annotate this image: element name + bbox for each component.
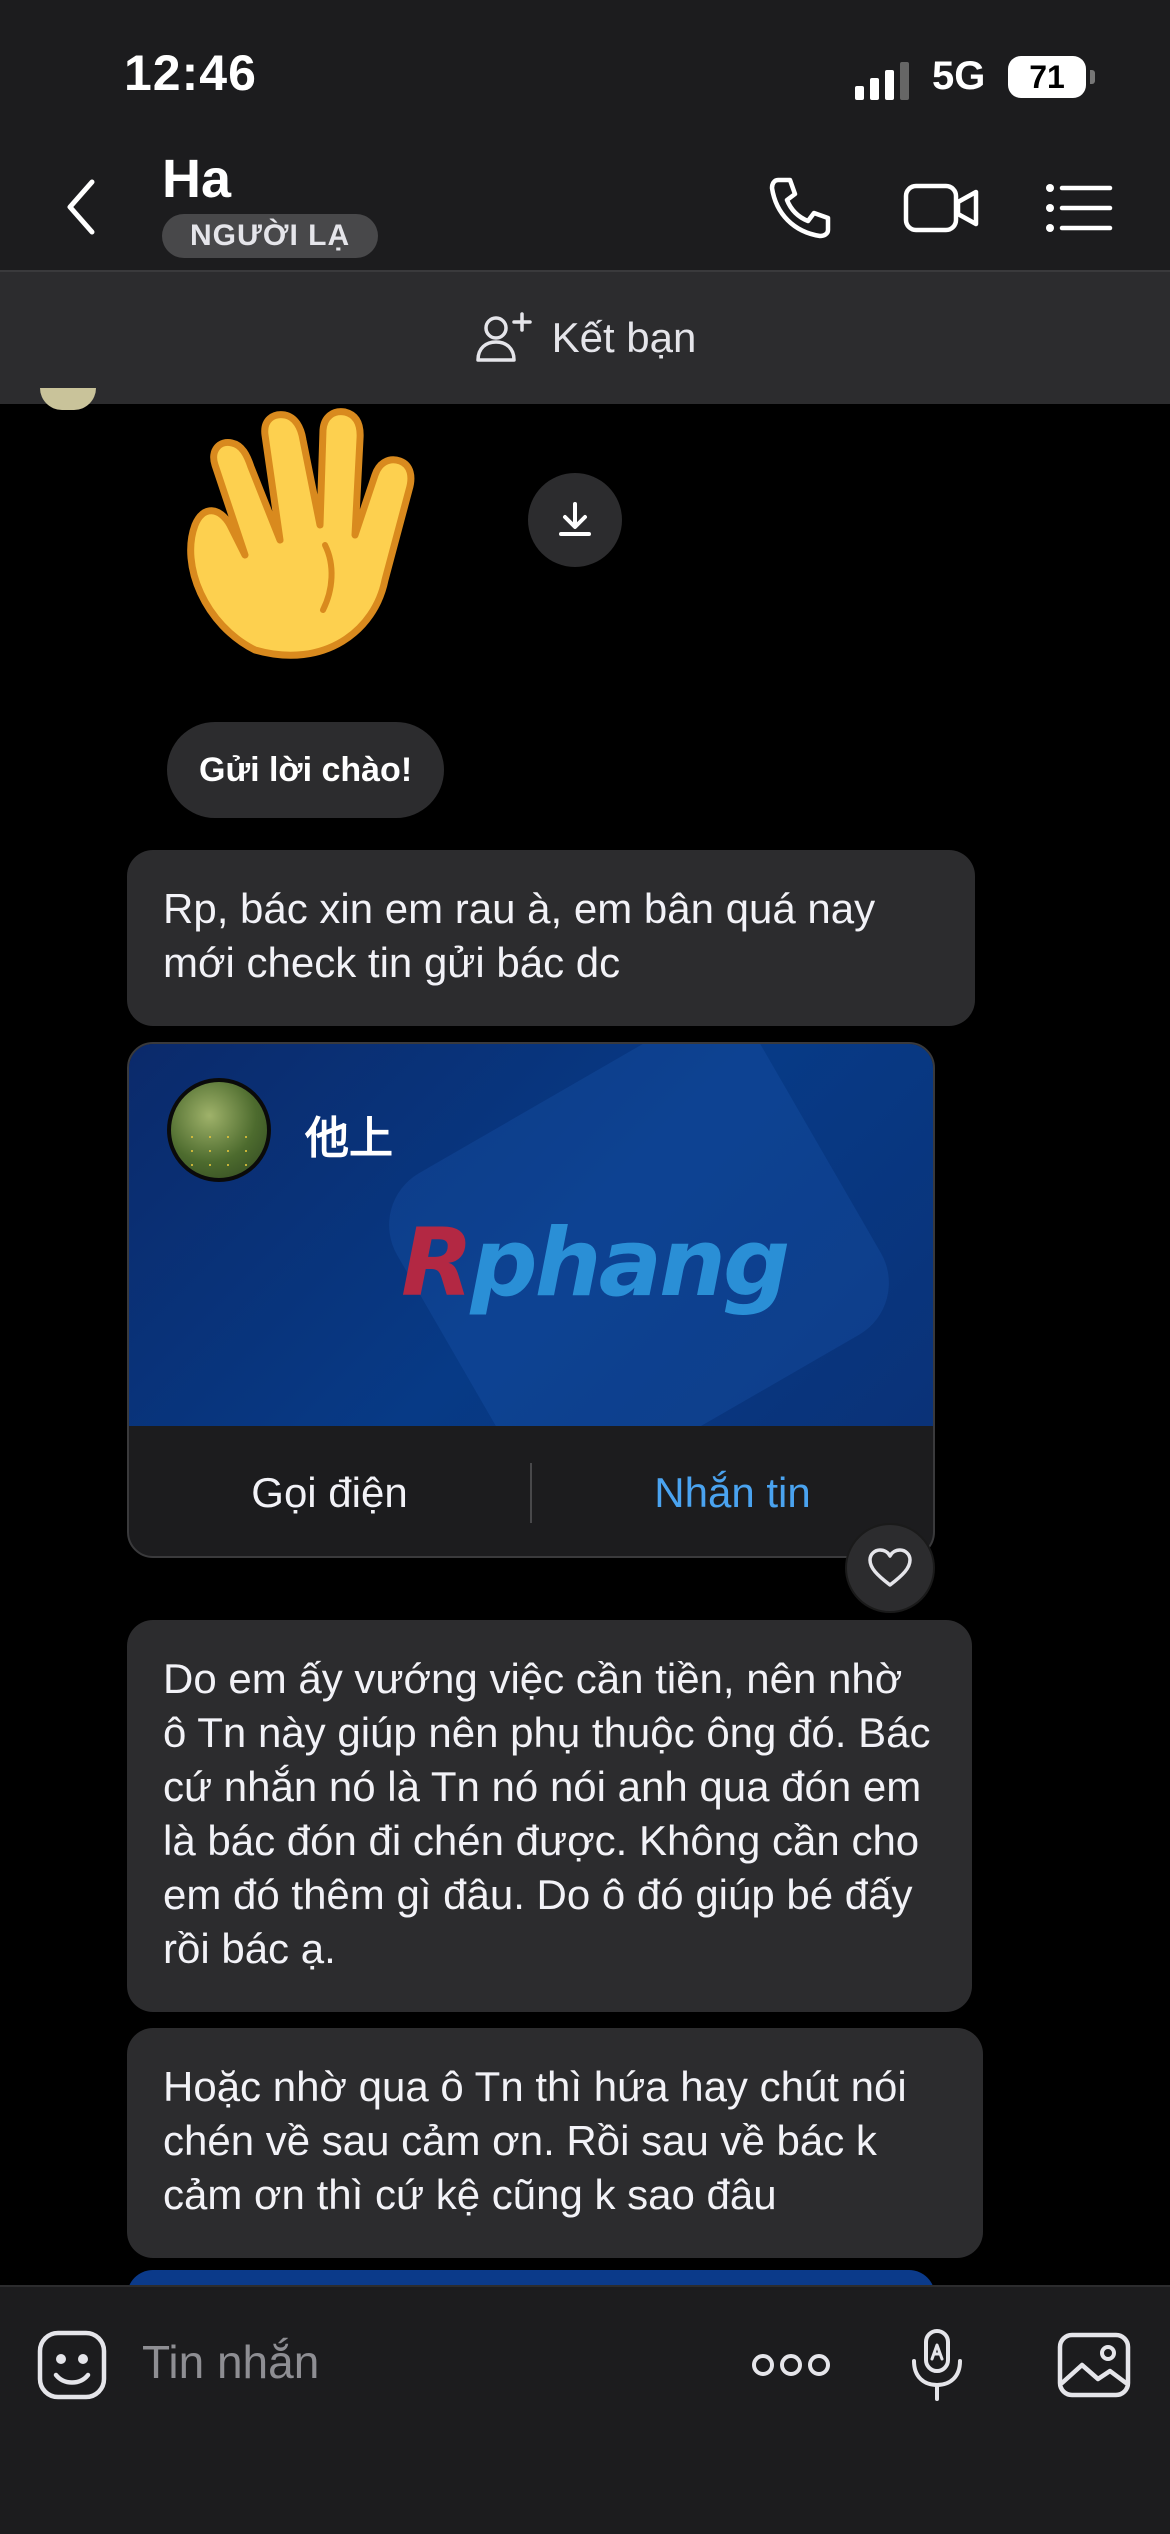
send-greeting-chip[interactable]: Gửi lời chào! xyxy=(167,722,445,818)
contact-card-logo: Rphang xyxy=(401,1209,790,1318)
contact-avatar xyxy=(167,1078,271,1182)
heart-icon xyxy=(868,1548,912,1587)
message-bubble[interactable]: Rp, bác xin em rau à, em bân quá nay mới… xyxy=(127,850,975,1026)
sender-avatar xyxy=(40,388,96,410)
sticker-emoji-icon[interactable] xyxy=(32,2325,112,2405)
contact-card-actions: Gọi điện Nhắn tin xyxy=(129,1426,933,1556)
logo-text: phang xyxy=(470,1209,790,1318)
top-bar: 12:46 5G 71 Ha NGƯỜI LẠ xyxy=(0,0,1170,270)
waving-hand-sticker xyxy=(187,408,415,659)
message-input-placeholder: Tin nhắn xyxy=(142,2336,320,2388)
signal-strength-icon xyxy=(855,62,909,100)
add-friend-icon xyxy=(475,312,532,362)
download-sticker-button[interactable] xyxy=(528,473,622,567)
voice-to-text-icon[interactable] xyxy=(898,2325,978,2405)
image-gallery-icon[interactable] xyxy=(1054,2325,1134,2405)
add-friend-bar[interactable]: Kết bạn xyxy=(0,272,1170,404)
contact-card[interactable]: 他上 Rphang Gọi điện Nhắn tin xyxy=(127,1042,935,1558)
more-options-icon[interactable] xyxy=(748,2325,834,2405)
call-button[interactable]: Gọi điện xyxy=(129,1426,530,1556)
add-friend-label: Kết bạn xyxy=(551,314,697,361)
network-type: 5G xyxy=(932,54,986,98)
back-chevron-icon[interactable] xyxy=(58,172,108,242)
video-call-icon[interactable] xyxy=(900,172,982,244)
contact-card-banner: 他上 Rphang xyxy=(129,1044,933,1426)
react-heart-button[interactable] xyxy=(845,1523,935,1613)
message-bubble[interactable]: Do em ấy vướng việc cần tiền, nên nhờ ô … xyxy=(127,1620,972,2012)
battery-icon: 71 xyxy=(1008,56,1095,98)
message-bubble[interactable]: Hoặc nhờ qua ô Tn thì hứa hay chút nói c… xyxy=(127,2028,983,2258)
status-time: 12:46 xyxy=(124,45,257,101)
message-input[interactable]: Tin nhắn xyxy=(142,2335,319,2389)
stranger-badge: NGƯỜI LẠ xyxy=(162,214,379,258)
contact-name: 他上 xyxy=(305,1114,393,1163)
menu-list-icon[interactable] xyxy=(1040,172,1122,244)
message-input-bar: Tin nhắn xyxy=(0,2285,1170,2534)
download-icon xyxy=(559,502,591,536)
logo-letter-r: R xyxy=(401,1209,473,1318)
phone-call-icon[interactable] xyxy=(760,172,842,244)
battery-level: 71 xyxy=(1029,58,1065,95)
chat-title[interactable]: Ha xyxy=(162,148,231,210)
